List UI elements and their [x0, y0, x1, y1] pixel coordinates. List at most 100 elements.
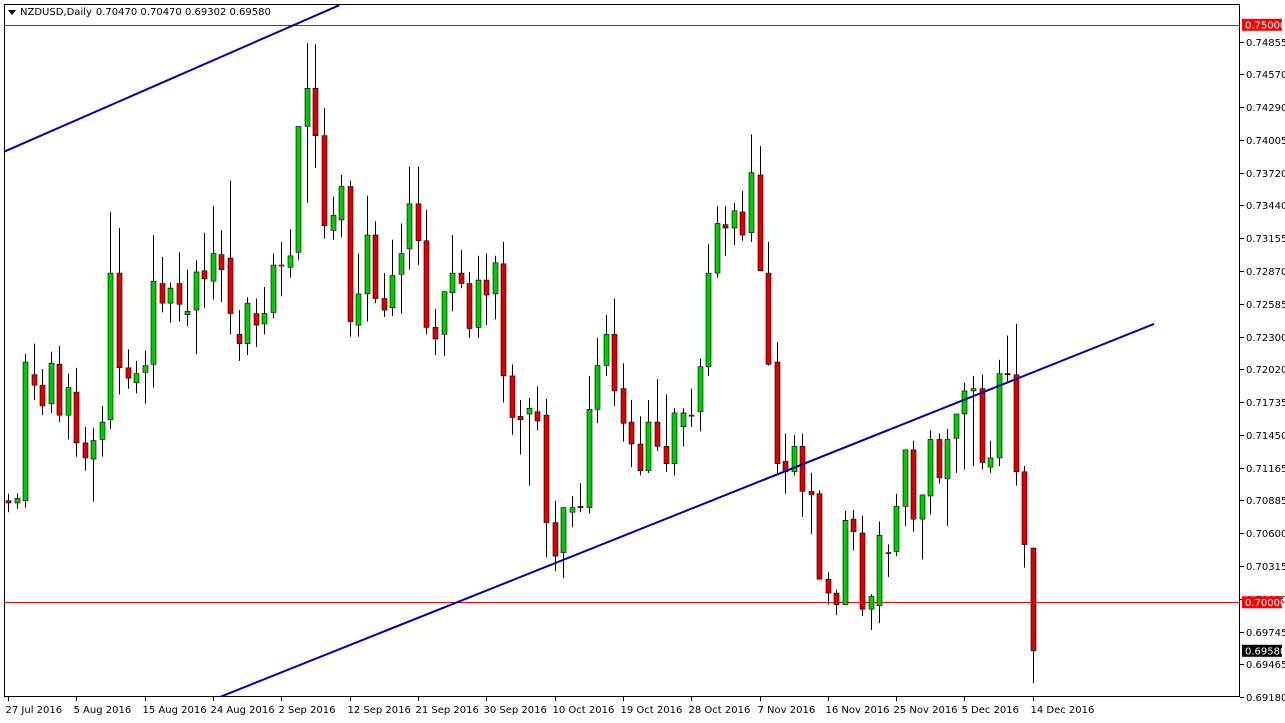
- candle-body-bearish: [227, 257, 234, 314]
- candle-body-bearish: [236, 334, 243, 344]
- candle: [526, 397, 533, 486]
- candle-body-bullish: [65, 387, 72, 416]
- candle: [979, 374, 986, 470]
- candle-body-bullish: [99, 421, 106, 440]
- candle-body-bullish: [90, 440, 97, 460]
- symbol-label: NZDUSD,Daily: [20, 6, 92, 18]
- candle: [876, 521, 883, 624]
- candle-body-bullish: [406, 203, 413, 250]
- candle: [628, 400, 635, 468]
- candle-body-bullish: [287, 255, 294, 268]
- x-tick-label: 27 Jul 2016: [6, 705, 63, 716]
- candle: [483, 253, 490, 326]
- candle: [543, 399, 550, 558]
- candle: [150, 235, 157, 388]
- candle: [125, 349, 132, 389]
- candle-body-bullish: [987, 457, 994, 468]
- candle: [432, 308, 439, 356]
- candle-body-bearish: [722, 224, 729, 229]
- candle-body-bullish: [748, 172, 755, 233]
- candle-body-bullish: [680, 412, 687, 428]
- candle-body-bearish: [534, 411, 541, 422]
- dropdown-icon[interactable]: [8, 9, 16, 15]
- candle-body-bearish: [509, 375, 516, 418]
- candle-body-bullish: [355, 293, 362, 326]
- candle-body-bearish: [808, 491, 815, 496]
- x-tick-label: 5 Dec 2016: [962, 705, 1020, 716]
- candle-body-bullish: [338, 186, 345, 221]
- x-tick-label: 10 Oct 2016: [553, 705, 615, 716]
- candle-body-bullish: [270, 264, 277, 313]
- candle: [552, 500, 559, 572]
- candle-body-bullish: [603, 334, 610, 366]
- candle: [398, 223, 405, 314]
- x-tick-label: 7 Nov 2016: [758, 705, 816, 716]
- candle: [739, 191, 746, 241]
- y-tick-label: 0.72300: [1246, 333, 1285, 344]
- candle-body-bullish: [560, 507, 567, 553]
- candle-body-bearish: [500, 263, 507, 377]
- candle: [210, 206, 217, 300]
- candle-body-bullish: [398, 253, 405, 275]
- candle-body-bullish: [697, 366, 704, 413]
- candle-body-bullish: [364, 234, 371, 295]
- candle-body-bearish: [466, 283, 473, 329]
- candle-body-bullish: [927, 439, 934, 497]
- candle-body-bearish: [253, 313, 260, 326]
- candle: [970, 375, 977, 466]
- x-tick-label: 24 Aug 2016: [211, 705, 275, 716]
- x-tick-label: 15 Aug 2016: [143, 705, 207, 716]
- candle-body-bearish: [910, 449, 917, 520]
- candle-body-bearish: [577, 506, 584, 508]
- candle-body-bearish: [739, 211, 746, 236]
- candle-body-bullish: [150, 280, 157, 365]
- candle: [73, 367, 80, 457]
- candle-body-bearish: [116, 272, 123, 369]
- trendline: [4, 4, 340, 153]
- plot-frame: [4, 4, 1240, 697]
- candle: [654, 379, 661, 451]
- candle: [236, 310, 243, 361]
- candle-body-bearish: [543, 414, 550, 523]
- candle: [1004, 335, 1011, 383]
- candle-body-bullish: [671, 412, 678, 464]
- candle-body-bearish: [347, 186, 354, 322]
- candle-body-bullish: [944, 439, 951, 480]
- candle-body-bearish: [611, 334, 618, 392]
- candle: [244, 297, 251, 356]
- candle: [159, 256, 166, 313]
- candle: [1013, 323, 1020, 486]
- y-tick-label: 0.74005: [1246, 136, 1285, 147]
- candle-body-bullish: [441, 291, 448, 335]
- candle: [31, 343, 38, 401]
- candle: [808, 472, 815, 535]
- candle: [953, 413, 960, 473]
- candle-body-bullish: [970, 388, 977, 392]
- candle-body-bullish: [868, 596, 875, 610]
- candle: [799, 433, 806, 517]
- x-tick-label: 12 Sep 2016: [348, 705, 411, 716]
- y-tick-label: 0.71735: [1246, 398, 1285, 409]
- y-tick-label: 0.72020: [1246, 365, 1285, 376]
- candle-body-bearish: [1013, 374, 1020, 473]
- y-tick-label: 0.69180: [1246, 693, 1285, 704]
- candle: [475, 255, 482, 338]
- candle: [415, 166, 422, 266]
- candle: [859, 515, 866, 617]
- candle-body-bearish: [176, 283, 183, 305]
- price-chart[interactable]: 0.74855 0.74570 0.74290 0.74005 0.73720 0.734…: [0, 0, 1285, 723]
- candle-body-bullish: [261, 313, 268, 325]
- candle: [850, 509, 857, 551]
- candle-body-bullish: [885, 552, 892, 554]
- candle: [372, 221, 379, 304]
- candle: [321, 107, 328, 239]
- candle: [833, 589, 840, 615]
- y-tick-label: 0.72585: [1246, 300, 1285, 311]
- candle: [338, 174, 345, 238]
- candle-body-bearish: [799, 446, 806, 492]
- candle: [987, 440, 994, 473]
- candle-body-bullish: [133, 373, 140, 384]
- candle: [688, 388, 695, 427]
- ohlc-readout: 0.70470 0.70470 0.69302 0.69580: [95, 6, 271, 18]
- candle-body-bearish: [850, 518, 857, 533]
